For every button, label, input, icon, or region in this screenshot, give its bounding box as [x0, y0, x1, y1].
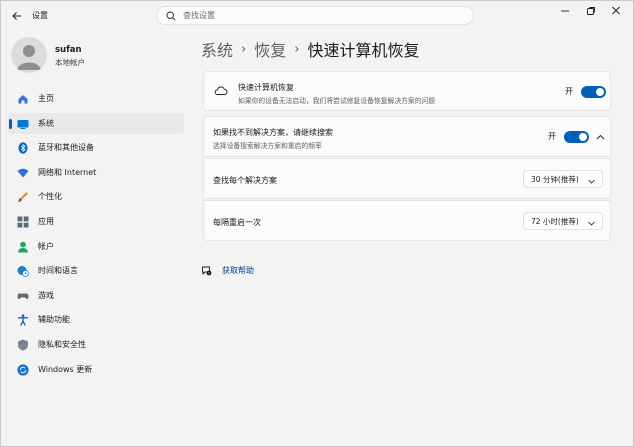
globe-clock-icon [17, 265, 29, 278]
sidebar-item-label: 网络和 Internet [38, 167, 97, 177]
account-icon [17, 241, 29, 253]
sidebar-item-label: 辅助功能 [38, 315, 70, 325]
sidebar-item-label: 应用 [38, 216, 54, 226]
breadcrumb-system[interactable]: 系统 [201, 37, 233, 61]
continue-search-description: 选择设备搜索解决方案和重启的频率 [213, 142, 322, 150]
continue-search-card[interactable]: 如果找不到解决方案，请继续搜索 选择设备搜索解决方案和重启的频率 开 [203, 116, 611, 157]
shield-icon [17, 339, 29, 351]
search-box[interactable] [156, 6, 474, 25]
search-interval-row: 查找每个解决方案 30 分钟(推荐) [203, 158, 611, 199]
sidebar-item-update[interactable]: Windows 更新 [8, 359, 184, 380]
toggle-knob [596, 88, 604, 96]
sidebar-item-accessibility[interactable]: 辅助功能 [8, 309, 184, 330]
minimize-button[interactable] [557, 5, 573, 17]
bluetooth-icon [17, 142, 29, 154]
search-input[interactable] [183, 8, 463, 23]
sidebar-item-gamepad[interactable]: 游戏 [8, 285, 184, 306]
sidebar-item-label: 个性化 [38, 192, 62, 202]
user-avatar-icon [17, 45, 41, 70]
breadcrumb-separator: › [294, 41, 300, 57]
sidebar-item-globe-clock[interactable]: 时间和语言 [8, 260, 184, 281]
search-interval-dropdown[interactable]: 30 分钟(推荐) [523, 170, 603, 188]
cloud-icon [214, 85, 228, 98]
sidebar-item-label: 帐户 [38, 241, 54, 251]
quick-recovery-toggle[interactable] [581, 86, 606, 98]
user-profile[interactable]: sufan 本地帐户 [11, 37, 181, 77]
system-icon [17, 118, 29, 130]
close-icon [612, 6, 620, 15]
settings-window: 设置 查找设置 sufan 本地帐户 主页 系统 蓝牙和其他设备 网络和 Int… [0, 0, 634, 447]
quick-recovery-title: 快速计算机恢复 [238, 83, 294, 92]
sidebar-item-account[interactable]: 帐户 [8, 236, 184, 257]
sidebar-item-home[interactable]: 主页 [8, 88, 184, 109]
sidebar-item-label: 蓝牙和其他设备 [38, 143, 94, 153]
sidebar-item-label: 时间和语言 [38, 266, 78, 276]
update-icon [17, 363, 29, 376]
restore-icon [587, 7, 595, 15]
brush-icon [17, 191, 29, 203]
continue-search-toggle[interactable] [564, 131, 589, 143]
toggle-knob [579, 133, 587, 141]
sidebar-item-label: 主页 [38, 94, 54, 103]
breadcrumb-separator: › [241, 41, 247, 57]
sidebar-item-apps[interactable]: 应用 [8, 211, 184, 232]
continue-search-toggle-state: 开 [548, 132, 556, 141]
back-arrow-icon [12, 12, 21, 20]
page-title: 快速计算机恢复 [307, 41, 420, 60]
chevron-up-icon[interactable] [596, 133, 605, 142]
accessibility-icon [17, 314, 29, 327]
sidebar-item-system[interactable]: 系统 [8, 112, 184, 134]
user-name: sufan [55, 45, 82, 55]
active-indicator [9, 118, 12, 129]
restart-interval-row: 每隔重启一次 72 小时(推荐) [203, 200, 611, 241]
chevron-down-icon [588, 219, 595, 226]
chevron-down-icon [588, 177, 595, 184]
svg-text:?: ? [208, 271, 210, 275]
quick-recovery-card: 快速计算机恢复 如果你的设备无法启动，我们将尝试修复设备恢复解决方案的问题 开 [203, 71, 611, 111]
sidebar-nav: 主页系统蓝牙和其他设备 网络和 Internet 个性化应用帐户时间和语言游戏辅助功… [8, 88, 184, 383]
search-interval-value: 30 分钟(推荐) [531, 175, 579, 184]
sidebar-item-label: Windows 更新 [38, 364, 93, 374]
sidebar-item-shield[interactable]: 隐私和安全性 [8, 334, 184, 355]
gamepad-icon [17, 290, 29, 302]
apps-icon [17, 216, 29, 228]
sidebar-item-bluetooth[interactable]: 蓝牙和其他设备 [8, 137, 184, 158]
sidebar-item-label: 系统 [38, 118, 54, 128]
quick-recovery-toggle-state: 开 [565, 87, 573, 96]
app-title: 设置 [32, 11, 48, 20]
restart-interval-label: 每隔重启一次 [213, 218, 261, 227]
breadcrumb: 系统 › 恢复 › 快速计算机恢复 [201, 37, 419, 61]
search-icon [166, 11, 176, 21]
sidebar-item-label: 游戏 [38, 290, 54, 300]
get-help-link[interactable]: 获取帮助 [222, 265, 254, 276]
back-button[interactable] [10, 9, 24, 23]
wifi-icon [17, 167, 29, 179]
search-interval-label: 查找每个解决方案 [213, 176, 277, 185]
minimize-icon [561, 10, 569, 12]
help-chat-icon: ? [201, 265, 212, 276]
maximize-button[interactable] [583, 5, 599, 17]
title-bar: 设置 [1, 1, 633, 31]
restart-interval-value: 72 小时(推荐) [531, 217, 579, 226]
restart-interval-dropdown[interactable]: 72 小时(推荐) [523, 212, 603, 230]
account-type: 本地帐户 [55, 58, 85, 67]
sidebar-item-brush[interactable]: 个性化 [8, 186, 184, 207]
close-button[interactable] [608, 5, 624, 17]
avatar [11, 37, 47, 73]
continue-search-title: 如果找不到解决方案，请继续搜索 [213, 128, 333, 137]
home-icon [17, 93, 29, 105]
quick-recovery-description: 如果你的设备无法启动，我们将尝试修复设备恢复解决方案的问题 [238, 97, 436, 105]
sidebar-item-wifi[interactable]: 网络和 Internet [8, 162, 184, 183]
breadcrumb-recovery[interactable]: 恢复 [254, 37, 286, 61]
sidebar-item-label: 隐私和安全性 [38, 339, 86, 349]
